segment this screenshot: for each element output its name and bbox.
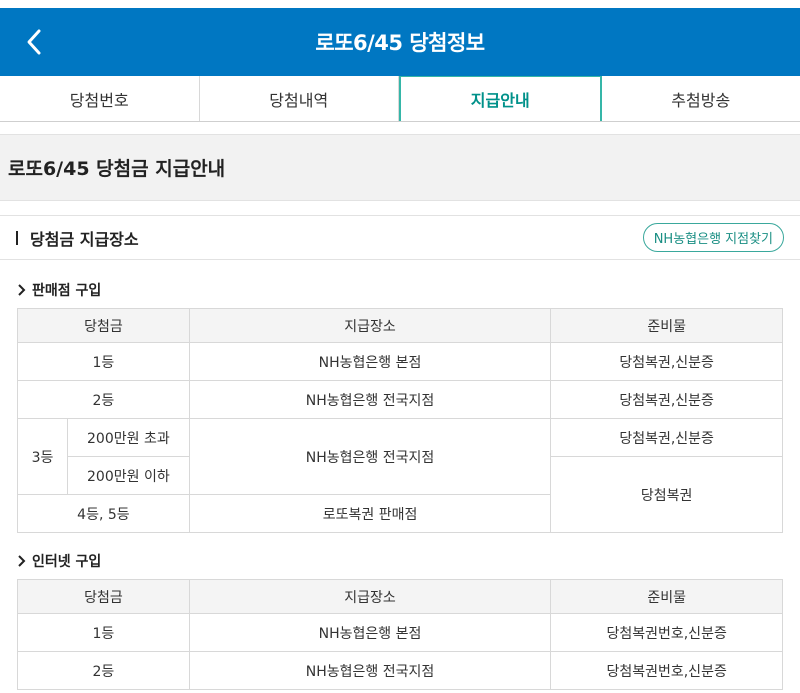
table-row: 2등 NH농협은행 전국지점 당첨복권번호,신분증 (17, 651, 783, 690)
tab-draw-broadcast[interactable]: 추첨방송 (602, 76, 800, 121)
col-header-prize: 당첨금 (17, 579, 190, 614)
internet-purchase-table: 당첨금 지급장소 준비물 1등 NH농협은행 본점 당첨복권번호,신분증 2등 … (17, 579, 783, 690)
table-header-row: 당첨금 지급장소 준비물 (17, 308, 783, 343)
chevron-left-icon (27, 29, 41, 55)
find-branch-button[interactable]: NH농협은행 지점찾기 (642, 223, 784, 252)
subsection-title: 당첨금 지급장소 (30, 229, 139, 249)
payment-place-header: 당첨금 지급장소 NH농협은행 지점찾기 (0, 215, 800, 260)
col-header-items: 준비물 (550, 308, 783, 343)
tab-payment-guide[interactable]: 지급안내 (399, 75, 602, 121)
app-header: 로또6/45 당첨정보 (0, 8, 800, 76)
col-header-place: 지급장소 (188, 579, 552, 614)
tab-bar: 당첨번호 당첨내역 지급안내 추첨방송 (0, 75, 800, 122)
col-header-items: 준비물 (550, 579, 783, 614)
table-row: 1등 NH농협은행 본점 당첨복권번호,신분증 (17, 613, 783, 652)
tab-winning-numbers[interactable]: 당첨번호 (0, 76, 200, 121)
page-title: 로또6/45 당첨정보 (315, 31, 485, 55)
col-header-place: 지급장소 (188, 308, 552, 343)
table-row: 2등 NH농협은행 전국지점 당첨복권,신분증 (17, 380, 783, 419)
table-row: 1등 NH농협은행 본점 당첨복권,신분증 (17, 342, 783, 381)
tab-winning-details[interactable]: 당첨내역 (200, 76, 399, 121)
store-purchase-title: 판매점 구입 (0, 280, 800, 300)
title-bar-marker (16, 230, 18, 245)
internet-purchase-title: 인터넷 구입 (0, 551, 800, 571)
table-row: 3등 200만원 초과 NH농협은행 전국지점 당첨복권,신분증 (17, 418, 783, 495)
status-bar (0, 0, 800, 8)
col-header-prize: 당첨금 (17, 308, 190, 343)
back-button[interactable] (14, 20, 54, 64)
table-header-row: 당첨금 지급장소 준비물 (17, 579, 783, 614)
store-purchase-table: 당첨금 지급장소 준비물 1등 NH농협은행 본점 당첨복권,신분증 2등 NH… (17, 308, 783, 533)
section-title: 로또6/45 당첨금 지급안내 (0, 134, 800, 201)
chevron-right-icon (18, 284, 26, 296)
chevron-right-icon (18, 555, 26, 567)
